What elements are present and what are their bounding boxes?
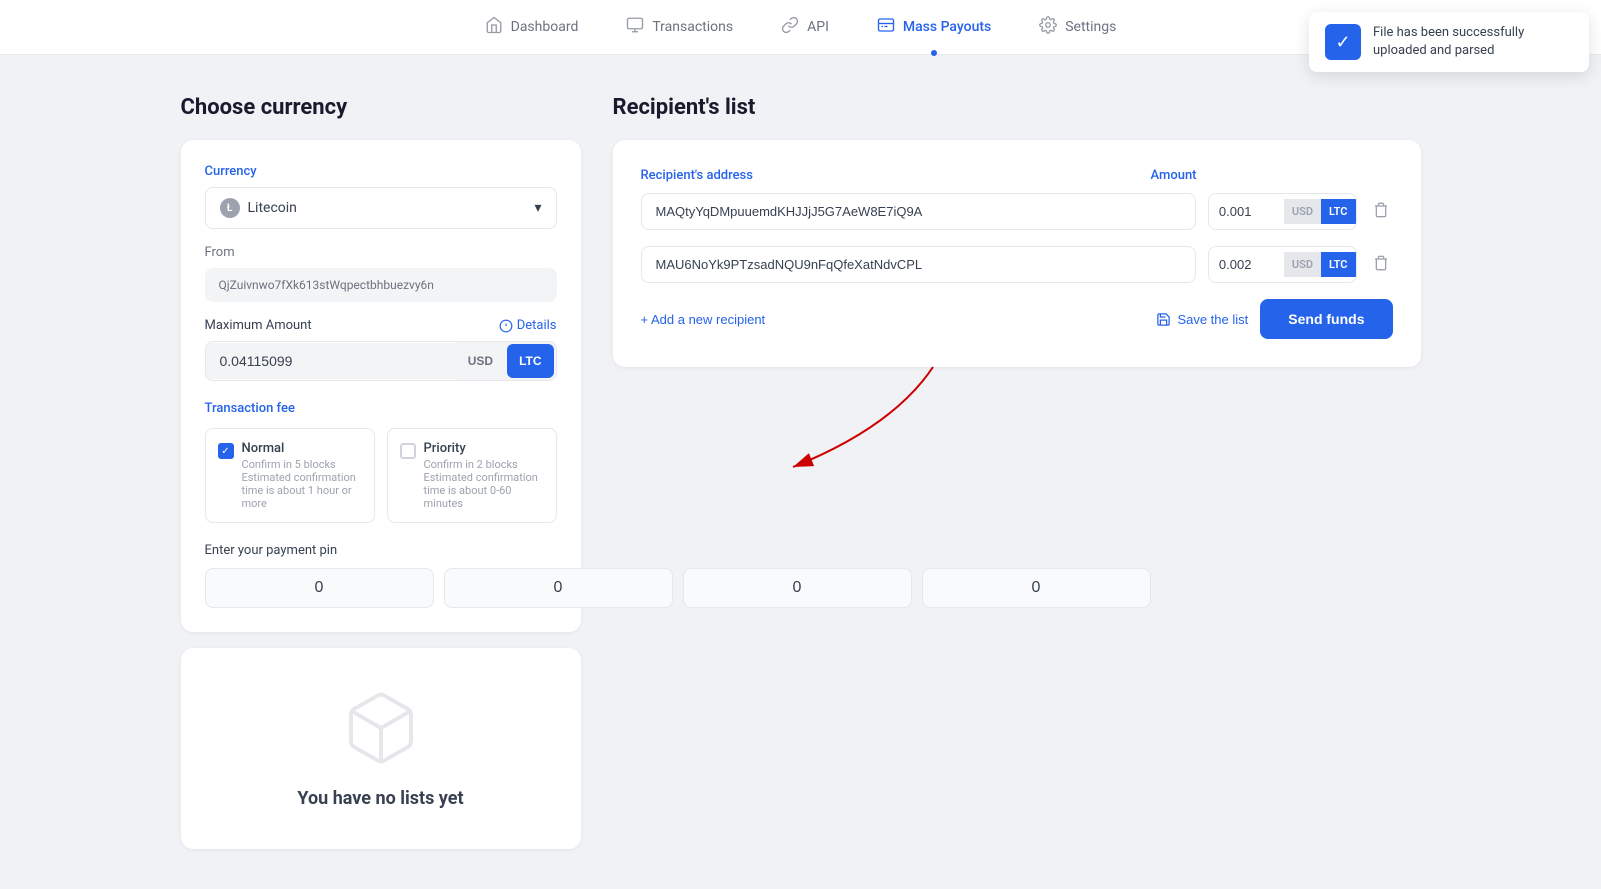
recipient-amount-2[interactable] xyxy=(1209,247,1284,282)
usd-toggle-btn[interactable]: USD xyxy=(456,342,505,380)
toast-notification: ✓ File has been successfully uploaded an… xyxy=(1309,12,1589,72)
ltc-badge-2: LTC xyxy=(1321,252,1355,277)
normal-title: Normal xyxy=(242,441,362,456)
no-lists-card: You have no lists yet xyxy=(181,648,581,849)
address-col-header: Recipient's address xyxy=(641,168,1139,183)
recipient-address-1[interactable] xyxy=(641,193,1196,230)
amount-col-header: Amount xyxy=(1151,168,1351,183)
toast-check-icon: ✓ xyxy=(1325,24,1361,60)
nav-api-label: API xyxy=(807,19,829,35)
fee-options: ✓ Normal Confirm in 5 blocksEstimated co… xyxy=(205,428,557,523)
pin-inputs xyxy=(205,568,557,608)
ltc-toggle-btn[interactable]: LTC xyxy=(507,344,553,378)
max-amount-label: Maximum Amount xyxy=(205,318,312,333)
priority-checkbox[interactable] xyxy=(400,443,416,459)
transactions-icon xyxy=(626,16,644,38)
pin-input-1[interactable] xyxy=(205,568,434,608)
from-label: From xyxy=(205,245,557,260)
nav-transactions[interactable]: Transactions xyxy=(626,12,733,42)
currency-value: Litecoin xyxy=(248,200,297,216)
max-amount-input-row: USD LTC xyxy=(205,341,557,381)
max-amount-field[interactable] xyxy=(206,343,456,379)
currency-label: Currency xyxy=(205,164,557,179)
arrow-svg xyxy=(613,357,1013,487)
ltc-coin-icon: Ł xyxy=(220,198,240,218)
right-title: Recipient's list xyxy=(613,95,1421,120)
nav-dashboard-label: Dashboard xyxy=(511,19,579,35)
ltc-badge-1: LTC xyxy=(1321,199,1355,224)
nav-mass-payouts[interactable]: Mass Payouts xyxy=(877,12,991,42)
normal-fee-option[interactable]: ✓ Normal Confirm in 5 blocksEstimated co… xyxy=(205,428,375,523)
priority-fee-option[interactable]: Priority Confirm in 2 blocksEstimated co… xyxy=(387,428,557,523)
main-content: Choose currency Currency Ł Litecoin ▾ Fr… xyxy=(101,55,1501,889)
left-title: Choose currency xyxy=(181,95,581,120)
nav-settings[interactable]: Settings xyxy=(1039,12,1116,42)
nav-transactions-label: Transactions xyxy=(652,19,733,35)
actions-row: + Add a new recipient Save the list Send… xyxy=(641,299,1393,339)
recipient-address-2[interactable] xyxy=(641,246,1196,283)
normal-checkbox[interactable]: ✓ xyxy=(218,443,234,459)
right-column: Recipient's list Recipient's address Amo… xyxy=(613,95,1421,849)
priority-desc: Confirm in 2 blocksEstimated confirmatio… xyxy=(424,458,538,510)
priority-title: Priority xyxy=(424,441,544,456)
recipient-amount-1[interactable] xyxy=(1209,194,1284,229)
send-funds-button[interactable]: Send funds xyxy=(1260,299,1392,339)
add-recipient-button[interactable]: + Add a new recipient xyxy=(641,312,766,327)
tx-fee-label: Transaction fee xyxy=(205,401,557,416)
nav-mass-payouts-label: Mass Payouts xyxy=(903,19,991,35)
recipients-header: Recipient's address Amount xyxy=(641,168,1393,189)
details-link[interactable]: Details xyxy=(499,318,557,333)
recipients-card: Recipient's address Amount USD LTC xyxy=(613,140,1421,367)
usd-badge-2: USD xyxy=(1284,252,1321,277)
box-icon xyxy=(341,688,421,768)
nav-dashboard[interactable]: Dashboard xyxy=(485,12,579,42)
delete-recipient-1[interactable] xyxy=(1369,198,1393,226)
nav-settings-label: Settings xyxy=(1065,19,1116,35)
dashboard-icon xyxy=(485,16,503,38)
currency-card: Currency Ł Litecoin ▾ From QjZuivnwo7fXk… xyxy=(181,140,581,632)
pin-label: Enter your payment pin xyxy=(205,543,557,558)
recipient-amount-group-2: USD LTC xyxy=(1208,246,1357,283)
toast-message: File has been successfully uploaded and … xyxy=(1373,24,1573,60)
arrow-annotation xyxy=(613,357,1421,487)
usd-badge-1: USD xyxy=(1284,199,1321,224)
currency-dropdown[interactable]: Ł Litecoin ▾ xyxy=(205,187,557,229)
from-address: QjZuivnwo7fXk613stWqpectbhbuezvy6n xyxy=(205,268,557,302)
chevron-down-icon: ▾ xyxy=(534,200,541,216)
delete-recipient-2[interactable] xyxy=(1369,251,1393,279)
recipient-amount-group-1: USD LTC xyxy=(1208,193,1357,230)
nav-api[interactable]: API xyxy=(781,12,829,42)
save-list-button[interactable]: Save the list xyxy=(1156,312,1248,327)
api-icon xyxy=(781,16,799,38)
normal-desc: Confirm in 5 blocksEstimated confirmatio… xyxy=(242,458,356,510)
settings-icon xyxy=(1039,16,1057,38)
recipient-row-2: USD LTC xyxy=(641,246,1393,283)
save-icon xyxy=(1156,312,1171,327)
left-column: Choose currency Currency Ł Litecoin ▾ Fr… xyxy=(181,95,581,849)
recipient-row-1: USD LTC xyxy=(641,193,1393,230)
mass-payouts-icon xyxy=(877,16,895,38)
